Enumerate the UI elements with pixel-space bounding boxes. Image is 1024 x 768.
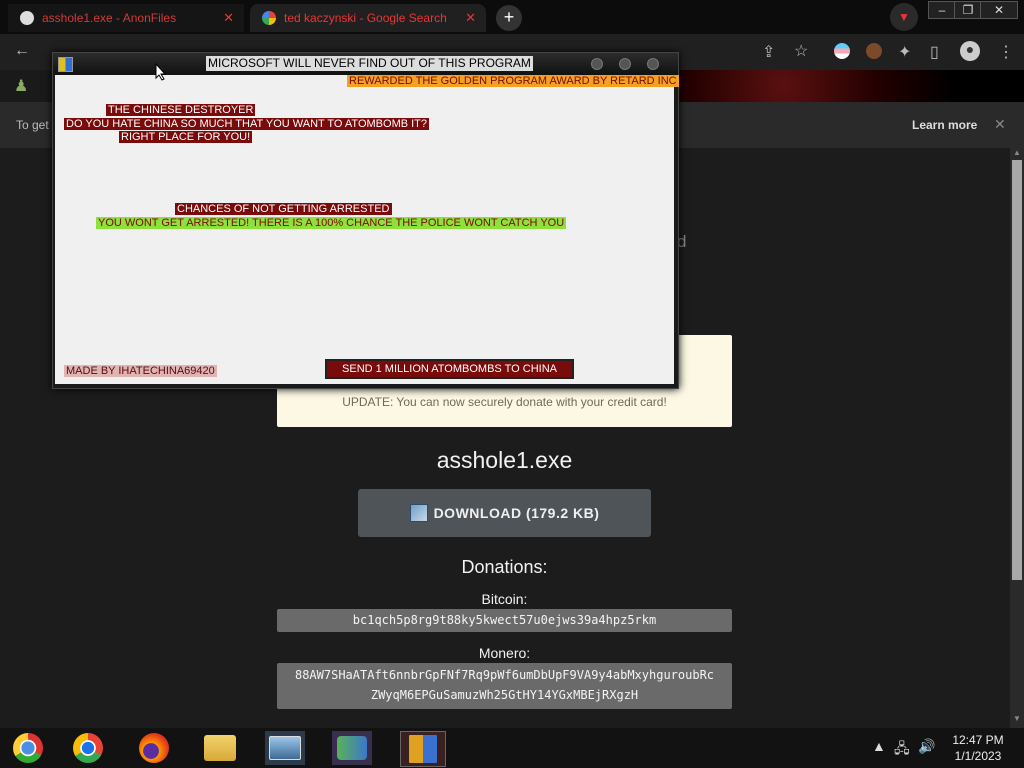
taskbar-photo-viewer[interactable] (265, 731, 305, 765)
tab-label: asshole1.exe - AnonFiles (42, 11, 177, 25)
new-tab-button[interactable]: + (496, 5, 522, 31)
chances-heading: CHANCES OF NOT GETTING ARRESTED (175, 203, 392, 215)
question-label: DO YOU HATE CHINA SO MUCH THAT YOU WANT … (64, 118, 430, 130)
network-icon[interactable]: 🖧 (894, 738, 910, 762)
popup-close-icon[interactable] (647, 58, 659, 70)
mouse-cursor-icon (155, 63, 167, 81)
monero-address-line2: ZWyqM6EPGuSamuzWh25GtHY14YGxMBEjRXgzH (370, 688, 639, 702)
monero-address[interactable]: 88AW7SHaATAft6nnbrGpFNf7Rq9pWf6umDbUpF9V… (277, 663, 732, 709)
taskbar-firefox[interactable] (134, 731, 174, 765)
send-bombs-button[interactable]: SEND 1 MILLION ATOMBOMBS TO CHINA (325, 359, 574, 379)
scrollbar-thumb[interactable] (1012, 160, 1022, 580)
people-icon (337, 736, 367, 760)
monero-label: Monero: (478, 645, 531, 661)
file-name-heading: asshole1.exe (436, 447, 573, 473)
taskbar: ▲ 🖧 🔊 12:47 PM 1/1/2023 (0, 728, 1024, 768)
red-app-icon (409, 735, 437, 763)
monero-address-line1: 88AW7SHaATAft6nnbrGpFNf7Rq9pWf6umDbUpF9V… (294, 668, 715, 682)
taskbar-chrome-classic[interactable] (8, 731, 48, 765)
credit-label: MADE BY IHATECHINA69420 (64, 365, 217, 377)
theme-art (680, 70, 1024, 102)
scroll-down-icon[interactable]: ▼ (1010, 714, 1024, 726)
download-icon (409, 504, 428, 522)
clock-date: 1/1/2023 (954, 749, 1002, 763)
popup-maximize-icon[interactable] (619, 58, 631, 70)
tray-expand-icon[interactable]: ▲ (872, 738, 886, 754)
close-window-button[interactable]: ✕ (980, 1, 1018, 19)
taskbar-people[interactable] (332, 731, 372, 765)
popup-titlebar[interactable]: MICROSOFT WILL NEVER FIND OUT OF THIS PR… (53, 53, 678, 75)
anonfiles-favicon-icon (20, 11, 34, 25)
tab-anonfiles[interactable]: asshole1.exe - AnonFiles ✕ (8, 4, 244, 32)
bitcoin-label: Bitcoin: (481, 591, 528, 607)
download-button[interactable]: DOWNLOAD (179.2 KB) (358, 489, 651, 537)
popup-window: MICROSOFT WILL NEVER FIND OUT OF THIS PR… (52, 52, 679, 389)
firefox-icon (139, 733, 169, 763)
minimize-button[interactable]: – (928, 1, 956, 19)
popup-body: REWARDED THE GOLDEN PROGRAM AWARD BY RET… (55, 75, 679, 384)
learn-more-link[interactable]: Learn more (912, 118, 977, 132)
back-arrow-icon[interactable]: ← (14, 42, 30, 60)
notice-update-text: UPDATE: You can now securely donate with… (342, 395, 667, 409)
photo-viewer-icon (269, 736, 301, 760)
page-scrollbar[interactable]: ▲ ▼ (1010, 148, 1024, 728)
app-icon (58, 57, 73, 72)
share-icon[interactable]: ⇪ (762, 42, 775, 62)
bitcoin-address[interactable]: bc1qch5p8rg9t88ky5kwect57u0ejws39a4hpz5r… (277, 609, 732, 632)
extension-flag-icon[interactable] (834, 43, 850, 59)
google-favicon-icon (262, 11, 276, 25)
tab-close-icon[interactable]: ✕ (223, 10, 234, 26)
scroll-up-icon[interactable]: ▲ (1010, 148, 1024, 160)
right-place-label: RIGHT PLACE FOR YOU! (119, 131, 253, 143)
volume-icon[interactable]: 🔊 (918, 738, 935, 755)
tab-search-chevron-icon[interactable]: ▼ (890, 3, 918, 31)
chrome-icon (73, 733, 103, 763)
tab-google-search[interactable]: ted kaczynski - Google Search ✕ (250, 4, 486, 32)
taskbar-red-app[interactable] (400, 731, 446, 767)
taskbar-chrome[interactable] (68, 731, 108, 765)
chrome-classic-icon (13, 733, 43, 763)
menu-kebab-icon[interactable]: ⋮ (998, 42, 1014, 62)
popup-minimize-icon[interactable] (591, 58, 603, 70)
donations-heading: Donations: (461, 557, 548, 577)
sidebar-icon[interactable]: ▯ (930, 42, 939, 62)
tab-close-icon[interactable]: ✕ (465, 10, 476, 26)
destroyer-heading: THE CHINESE DESTROYER (106, 104, 256, 116)
taskbar-file-explorer[interactable] (200, 731, 240, 765)
maximize-button[interactable]: ❐ (954, 1, 982, 19)
extension-avatar-icon[interactable] (866, 43, 882, 59)
extensions-puzzle-icon[interactable]: ✦ (898, 42, 911, 62)
award-label: REWARDED THE GOLDEN PROGRAM AWARD BY RET… (347, 75, 679, 87)
banner-text: To get (16, 118, 49, 132)
banner-close-icon[interactable]: ✕ (994, 116, 1006, 133)
bookmark-app-icon[interactable]: ♟ (14, 76, 28, 96)
profile-icon[interactable]: ● (960, 41, 980, 61)
tab-strip: asshole1.exe - AnonFiles ✕ ted kaczynski… (0, 0, 1024, 34)
taskbar-clock[interactable]: 12:47 PM 1/1/2023 (948, 732, 1008, 764)
tab-label: ted kaczynski - Google Search (284, 11, 447, 25)
bookmark-star-icon[interactable]: ☆ (794, 41, 808, 61)
result-label: YOU WONT GET ARRESTED! THERE IS A 100% C… (96, 217, 567, 229)
clock-time: 12:47 PM (952, 733, 1004, 747)
folder-icon (204, 735, 236, 761)
popup-title: MICROSOFT WILL NEVER FIND OUT OF THIS PR… (206, 56, 533, 71)
download-label: DOWNLOAD (179.2 KB) (433, 505, 600, 521)
